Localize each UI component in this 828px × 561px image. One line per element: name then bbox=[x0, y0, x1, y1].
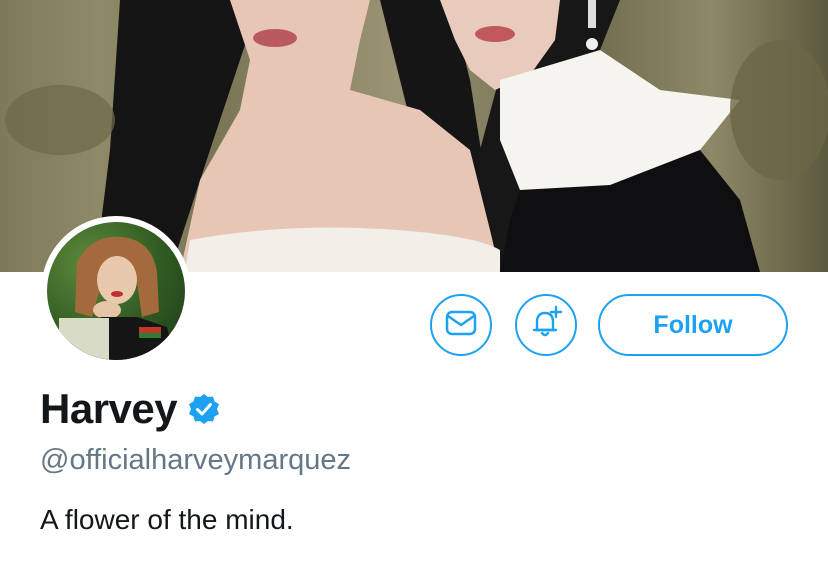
notifications-button[interactable] bbox=[515, 294, 577, 356]
message-button[interactable] bbox=[430, 294, 492, 356]
profile-handle: @officialharveymarquez bbox=[40, 444, 351, 476]
profile-bio: A flower of the mind. bbox=[40, 504, 294, 535]
display-name: Harvey bbox=[40, 385, 178, 432]
bell-plus-icon bbox=[528, 305, 564, 346]
profile-avatar[interactable] bbox=[41, 216, 191, 366]
follow-button[interactable]: Follow bbox=[598, 294, 788, 356]
avatar-image bbox=[47, 222, 185, 360]
verified-badge-icon bbox=[187, 392, 221, 431]
envelope-icon bbox=[445, 310, 477, 341]
profile-name-row: Harvey bbox=[40, 385, 221, 433]
